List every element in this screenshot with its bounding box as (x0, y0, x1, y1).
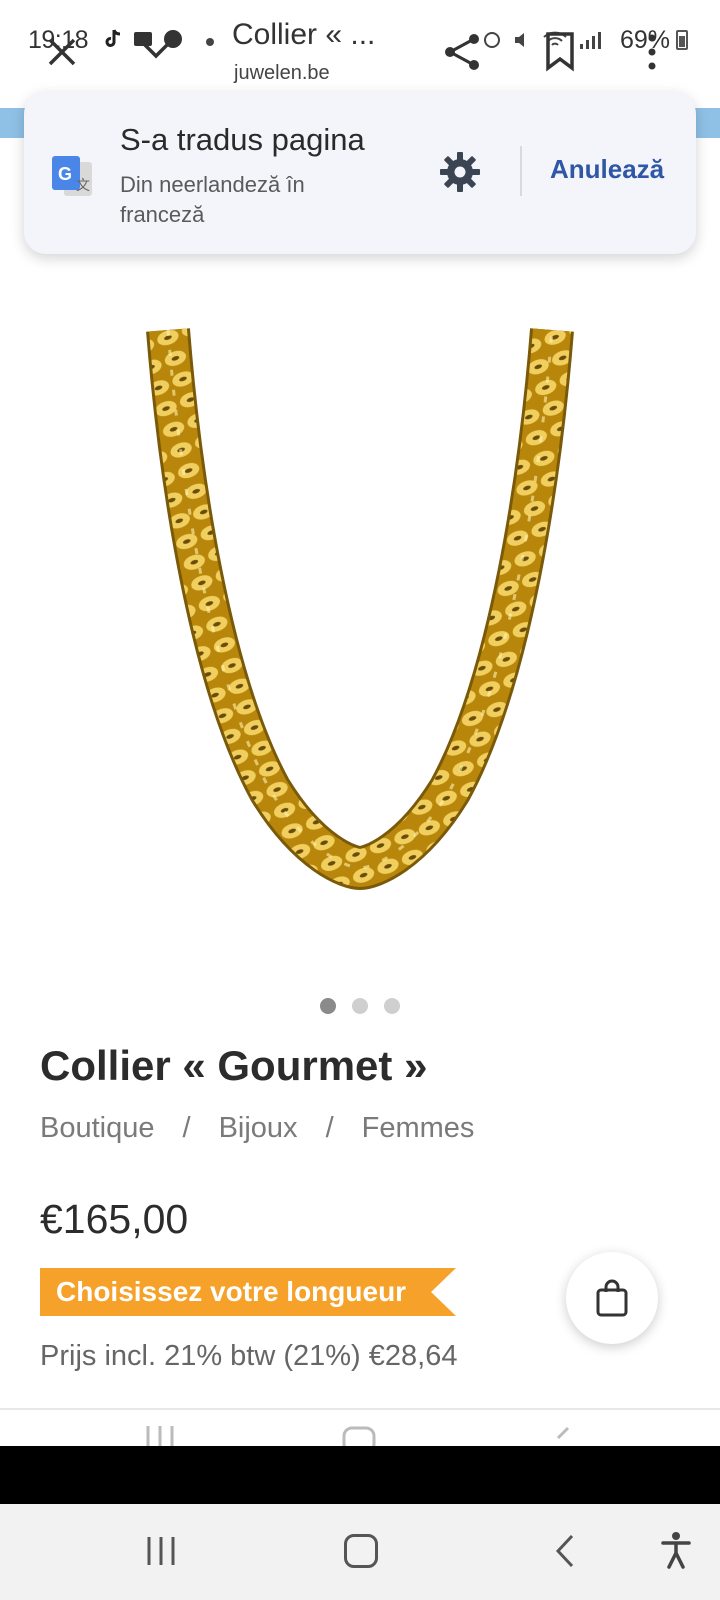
breadcrumb-item-femmes[interactable]: Femmes (362, 1112, 475, 1145)
shopping-bag-icon (596, 1279, 628, 1317)
pager-dot[interactable] (384, 998, 400, 1014)
svg-text:文: 文 (76, 178, 90, 194)
browser-top-bar: 19:18 69% Collier « ... juwelen.be (0, 0, 720, 104)
status-separator-dot (206, 38, 214, 46)
signal-icon (580, 32, 601, 49)
divider (0, 1408, 720, 1410)
breadcrumb: Boutique / Bijoux / Femmes (40, 1112, 474, 1145)
accessibility-icon[interactable] (660, 1530, 692, 1570)
tiktok-icon (105, 29, 121, 47)
breadcrumb-separator: / (325, 1112, 334, 1144)
svg-text:G: G (58, 164, 72, 184)
pager-dot[interactable] (352, 998, 368, 1014)
image-pager (320, 998, 400, 1014)
close-icon[interactable] (44, 34, 80, 70)
home-icon[interactable] (344, 1534, 378, 1568)
recents-icon[interactable] (144, 1534, 178, 1568)
more-vert-icon[interactable] (640, 30, 664, 74)
pager-dot[interactable] (320, 998, 336, 1014)
breadcrumb-item-boutique[interactable]: Boutique (40, 1112, 155, 1145)
back-icon[interactable] (552, 1532, 578, 1570)
gear-icon[interactable] (438, 150, 482, 194)
product-price: €165,00 (40, 1196, 189, 1242)
translate-popup: G 文 S-a tradus pagina Din neerlandeză în… (24, 92, 696, 254)
mute-icon (515, 33, 524, 47)
cancel-translation-button[interactable]: Anulează (550, 154, 664, 185)
web-bottom-nav-partial (0, 1420, 720, 1446)
translate-title: S-a tradus pagina (120, 122, 365, 157)
screen-black-band (0, 1446, 720, 1504)
product-image-gold-chain[interactable] (120, 320, 600, 920)
breadcrumb-separator: / (182, 1112, 191, 1144)
battery-icon (676, 30, 688, 50)
product-title: Collier « Gourmet » (40, 1042, 428, 1089)
alarm-icon (484, 32, 500, 48)
share-icon[interactable] (440, 30, 484, 74)
check-dropdown-icon[interactable] (136, 30, 176, 70)
choose-length-button[interactable]: Choisissez votre longueur (40, 1268, 456, 1316)
vat-info: Prijs incl. 21% btw (21%) €28,64 (40, 1340, 458, 1372)
breadcrumb-item-bijoux[interactable]: Bijoux (219, 1112, 298, 1145)
page-title: Collier « ... (232, 18, 376, 51)
page-domain: juwelen.be (234, 62, 330, 84)
partial-nav-icons (146, 1426, 570, 1446)
translate-subtitle: Din neerlandeză în franceză (120, 172, 305, 227)
choose-length-label: Choisissez votre longueur (56, 1276, 407, 1307)
system-navigation-bar (0, 1504, 720, 1600)
bookmark-icon[interactable] (540, 30, 580, 74)
translate-divider (520, 146, 522, 196)
add-to-cart-button[interactable] (566, 1252, 658, 1344)
google-translate-icon: G 文 (52, 156, 92, 196)
